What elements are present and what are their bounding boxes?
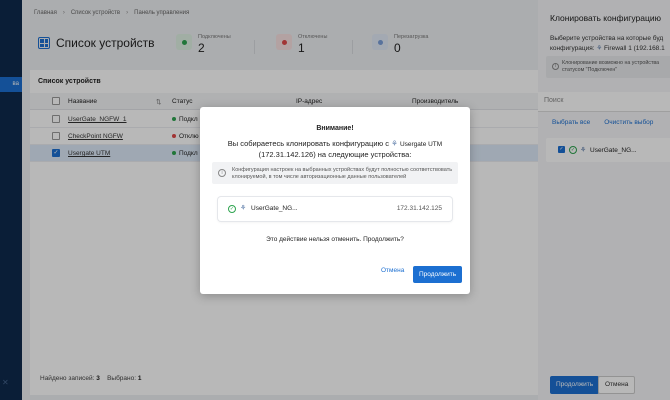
check-circle-icon: ✓ xyxy=(228,205,236,213)
target-device-card: ✓ ⚘ UserGate_NG... 172.31.142.125 xyxy=(218,197,452,221)
device-ip: 172.31.142.125 xyxy=(396,205,442,212)
warning-notice: i Конфигурация настроек на выбранных уст… xyxy=(212,162,458,184)
dialog-title: Внимание! xyxy=(316,125,354,132)
confirm-dialog: Внимание! Вы собираетесь клонировать кон… xyxy=(200,107,470,294)
dialog-continue-button[interactable]: Продолжить xyxy=(413,266,463,283)
dialog-message: Вы собираетесь клонировать конфигурацию … xyxy=(227,139,443,159)
network-icon: ⚘ xyxy=(391,139,398,148)
dialog-cancel-button[interactable]: Отмена xyxy=(381,267,404,274)
info-icon: i xyxy=(218,169,226,177)
network-icon: ⚘ xyxy=(240,205,247,212)
device-name: UserGate_NG... xyxy=(251,205,298,212)
dialog-question: Это действие нельзя отменить. Продолжить… xyxy=(266,236,404,243)
